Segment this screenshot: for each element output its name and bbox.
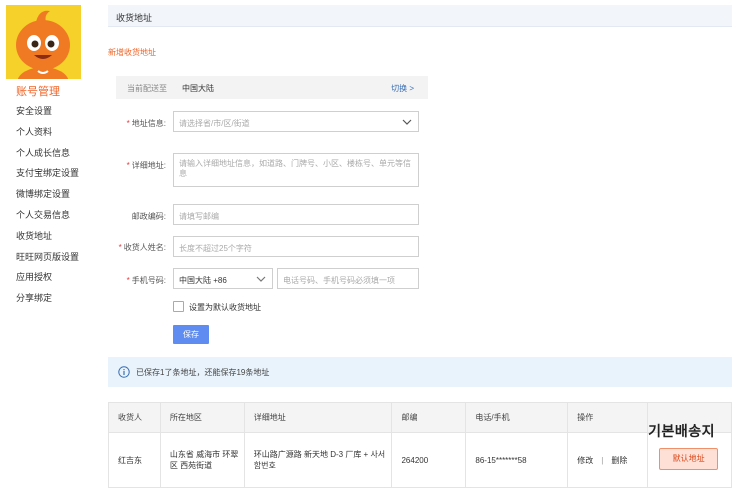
switch-region-link[interactable]: 切换 >: [391, 83, 414, 94]
cell-address: 环山路广源路 新天地 D-3 厂库 + 사서함번호: [243, 432, 393, 488]
zip-placeholder: 请填写邮编: [179, 212, 219, 221]
info-icon: [118, 366, 130, 378]
cell-default: 기본배송지 默认地址: [647, 425, 732, 488]
default-address-checkbox[interactable]: [173, 301, 184, 312]
saved-count-notice: 已保存1了条地址，还能保存19条地址: [108, 357, 732, 387]
address-table: 收货人 所在地区 详细地址 邮编 电话/手机 操作 红吉东 山东省 威海市 环翠…: [108, 402, 732, 488]
region-select[interactable]: 请选择省/市/区/街道: [173, 111, 419, 132]
receiver-name-label: * 收货人姓名:: [118, 243, 166, 252]
detail-address-placeholder: 请输入详细地址信息，如道路、门牌号、小区、楼栋号、单元等信息: [179, 159, 411, 178]
cell-zip: 264200: [391, 432, 467, 488]
column-header-zip: 邮编: [391, 402, 467, 433]
default-address-button[interactable]: 默认地址: [659, 448, 719, 470]
new-address-title: 新增收货地址: [108, 48, 156, 57]
receiver-name-placeholder: 长度不超过25个字符: [179, 244, 252, 253]
default-address-overlay-text: 기본배송지: [648, 424, 716, 440]
region-placeholder: 请选择省/市/区/街道: [179, 119, 250, 128]
delivery-label: 当前配送至: [127, 84, 167, 93]
sidebar-title: 账号管理: [16, 86, 60, 98]
phone-label: * 手机号码:: [126, 276, 166, 285]
saved-count-text: 已保存1了条地址，还能保存19条地址: [136, 368, 270, 377]
sidebar-item-weibo[interactable]: 微博绑定设置: [16, 188, 79, 209]
cell-region: 山东省 威海市 环翠区 西苑街道: [159, 432, 245, 488]
save-button[interactable]: 保存: [173, 325, 209, 344]
delivery-value: 中国大陆: [182, 84, 214, 93]
column-header-receiver: 收货人: [108, 402, 161, 433]
phone-region-select[interactable]: 中国大陆 +86: [173, 268, 273, 289]
column-header-region: 所在地区: [159, 402, 245, 433]
column-header-address: 详细地址: [243, 402, 393, 433]
zip-input[interactable]: 请填写邮编: [173, 204, 419, 225]
mascot-icon: [6, 5, 81, 79]
action-separator: |: [601, 455, 604, 465]
default-address-checkbox-label: 设置为默认收货地址: [189, 303, 261, 312]
cell-receiver-name: 红吉东: [108, 432, 161, 488]
cell-actions: 修改 | 删除: [567, 432, 649, 488]
cell-phone: 86-15*******58: [465, 432, 569, 488]
receiver-name-input[interactable]: 长度不超过25个字符: [173, 236, 419, 257]
phone-input[interactable]: 电话号码、手机号码必须填一项: [277, 268, 419, 289]
sidebar-item-share[interactable]: 分享绑定: [16, 292, 79, 313]
phone-region-value: 中国大陆 +86: [179, 276, 227, 285]
section-header: 收货地址: [108, 5, 732, 27]
column-header-actions: 操作: [567, 402, 649, 433]
detail-address-textarea[interactable]: 请输入详细地址信息，如道路、门牌号、小区、楼栋号、单元等信息: [173, 153, 419, 187]
detail-address-label: * 详细地址:: [126, 161, 166, 170]
phone-placeholder: 电话号码、手机号码必须填一项: [283, 276, 395, 285]
zip-label: 邮政编码:: [131, 212, 166, 221]
table-header-row: 收货人 所在地区 详细地址 邮编 电话/手机 操作: [108, 402, 732, 433]
chevron-down-icon: [256, 276, 266, 282]
region-label: * 地址信息:: [126, 119, 166, 128]
chevron-down-icon: [402, 119, 412, 125]
edit-link[interactable]: 修改: [577, 456, 593, 465]
sidebar-item-wangwang[interactable]: 旺旺网页版设置: [16, 251, 79, 272]
column-header-phone: 电话/手机: [465, 402, 569, 433]
page-title: 收货地址: [116, 13, 153, 23]
delivery-region-bar: 当前配送至 中国大陆 切换 >: [116, 76, 428, 99]
table-row: 红吉东 山东省 威海市 环翠区 西苑街道 环山路广源路 新天地 D-3 厂库 +…: [108, 425, 732, 488]
delete-link[interactable]: 删除: [611, 456, 627, 465]
avatar[interactable]: [6, 5, 81, 79]
